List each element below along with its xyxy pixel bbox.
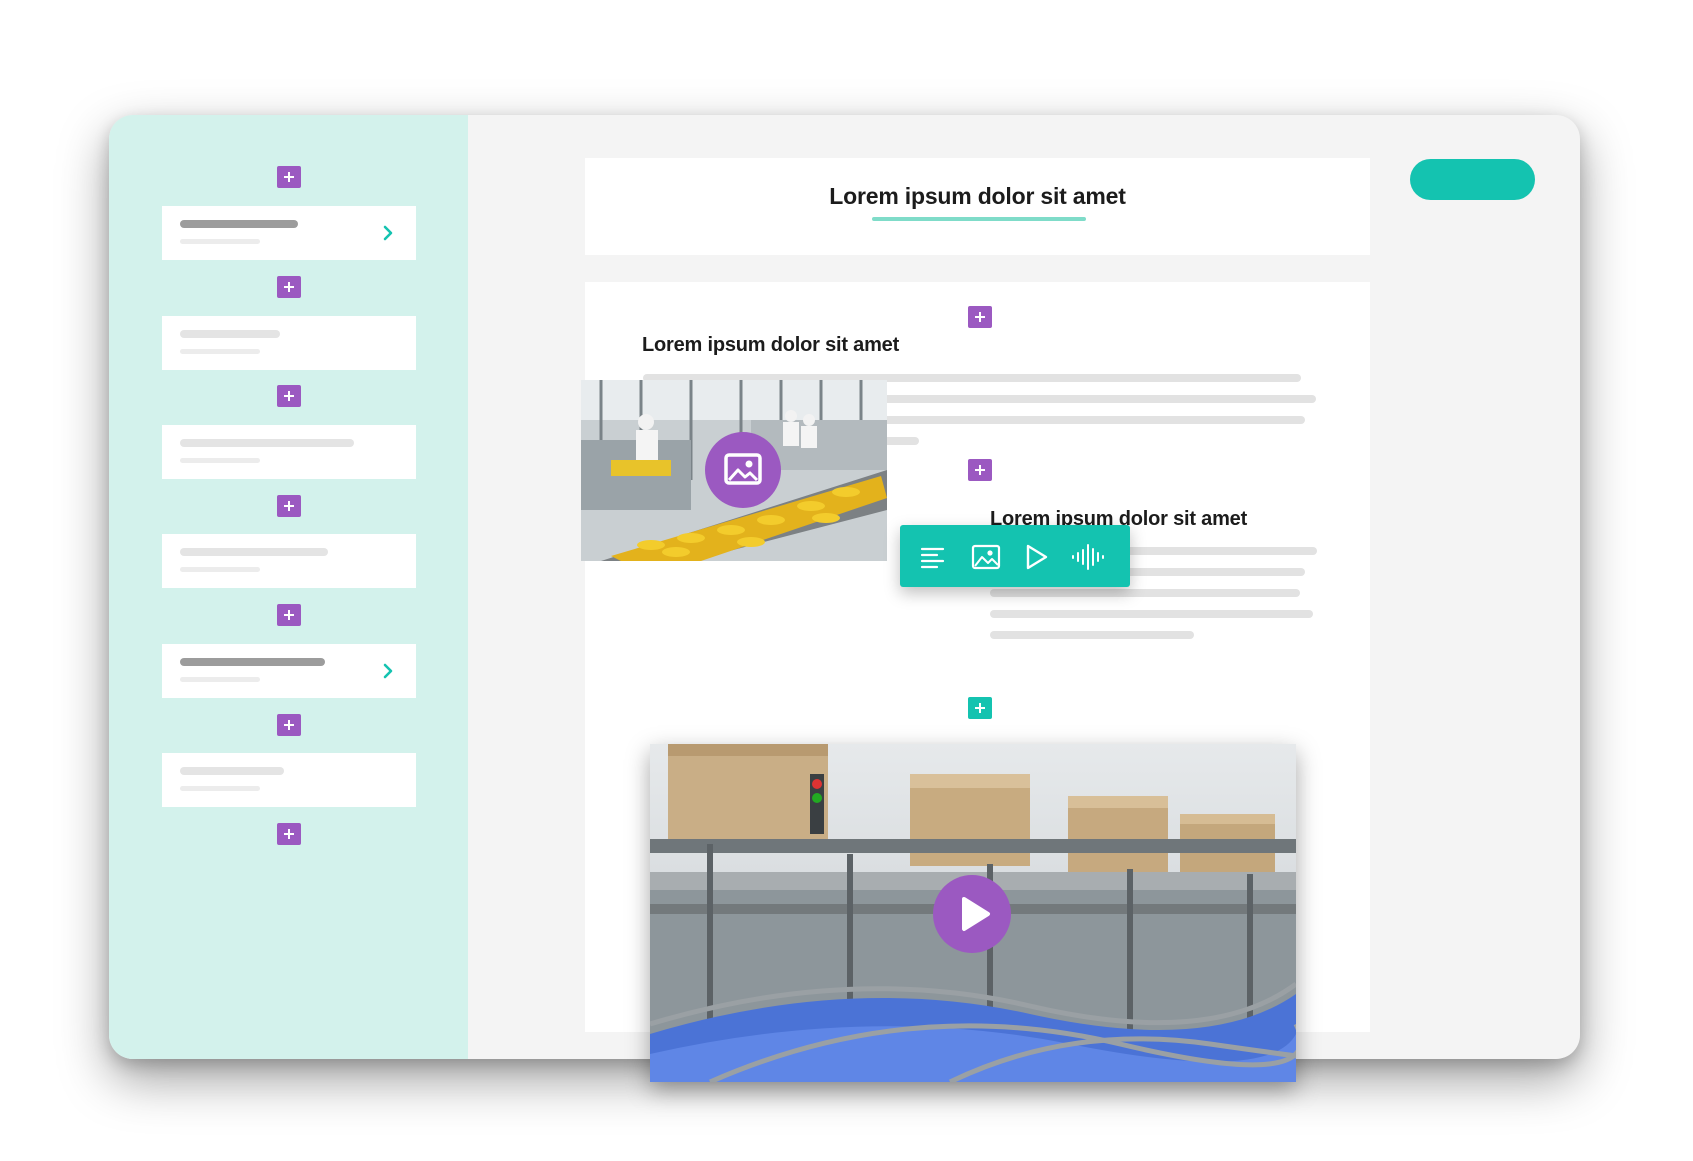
- text-line-placeholder: [990, 631, 1194, 639]
- video-play-button[interactable]: [933, 875, 1011, 953]
- sidebar-item[interactable]: [162, 206, 416, 260]
- title-underline: [872, 217, 1086, 221]
- sidebar-item-title-placeholder: [180, 658, 325, 666]
- sidebar: [109, 115, 468, 1059]
- chevron-right-icon[interactable]: [380, 223, 396, 243]
- sidebar-item-title-placeholder: [180, 439, 354, 447]
- chevron-right-icon[interactable]: [380, 661, 396, 681]
- play-icon: [962, 897, 990, 931]
- sidebar-item[interactable]: [162, 425, 416, 479]
- sidebar-item-subtitle-placeholder: [180, 567, 260, 572]
- text-line-placeholder: [990, 589, 1300, 597]
- sidebar-item-title-placeholder: [180, 767, 284, 775]
- add-block-button[interactable]: [277, 714, 301, 736]
- publish-button[interactable]: [1410, 159, 1535, 200]
- add-block-button[interactable]: [277, 823, 301, 845]
- sidebar-item[interactable]: [162, 534, 416, 588]
- image-block[interactable]: [581, 380, 887, 561]
- sidebar-item-subtitle-placeholder: [180, 677, 260, 682]
- page-title-card[interactable]: Lorem ipsum dolor sit amet: [585, 158, 1370, 255]
- add-block-button[interactable]: [277, 166, 301, 188]
- sidebar-item-subtitle-placeholder: [180, 458, 260, 463]
- sidebar-item[interactable]: [162, 316, 416, 370]
- section-heading[interactable]: Lorem ipsum dolor sit amet: [642, 334, 899, 357]
- text-line-placeholder: [990, 610, 1313, 618]
- sidebar-item-subtitle-placeholder: [180, 239, 260, 244]
- add-block-button[interactable]: [277, 495, 301, 517]
- sidebar-item-subtitle-placeholder: [180, 349, 260, 354]
- add-block-button[interactable]: [277, 276, 301, 298]
- audio-waveform-icon[interactable]: [1070, 542, 1108, 572]
- sidebar-item[interactable]: [162, 644, 416, 698]
- image-icon[interactable]: [971, 542, 1001, 572]
- add-block-button[interactable]: [968, 459, 992, 481]
- sidebar-item-title-placeholder: [180, 220, 298, 228]
- sidebar-item-title-placeholder: [180, 548, 328, 556]
- video-block[interactable]: [650, 744, 1296, 1082]
- add-block-button[interactable]: [968, 697, 992, 719]
- sidebar-item[interactable]: [162, 753, 416, 807]
- play-icon[interactable]: [1021, 542, 1051, 572]
- block-type-toolbar: [900, 525, 1130, 587]
- sidebar-item-title-placeholder: [180, 330, 280, 338]
- add-block-button[interactable]: [277, 385, 301, 407]
- image-media-button[interactable]: [705, 432, 781, 508]
- text-lines-icon[interactable]: [919, 542, 949, 572]
- page-title[interactable]: Lorem ipsum dolor sit amet: [585, 183, 1370, 210]
- add-block-button[interactable]: [277, 604, 301, 626]
- image-icon: [724, 453, 762, 485]
- add-block-button[interactable]: [968, 306, 992, 328]
- sidebar-item-subtitle-placeholder: [180, 786, 260, 791]
